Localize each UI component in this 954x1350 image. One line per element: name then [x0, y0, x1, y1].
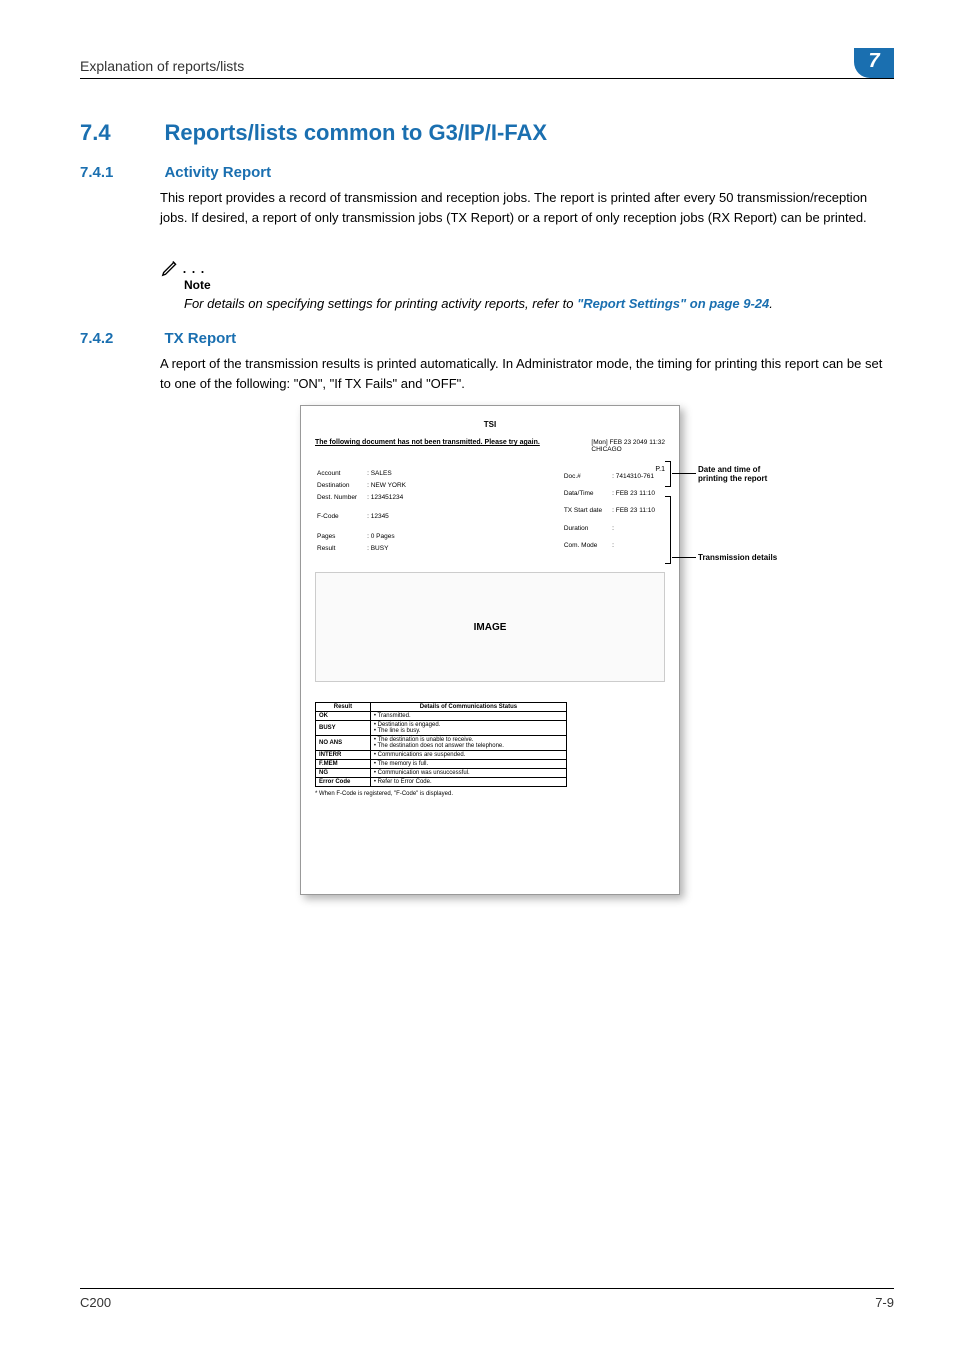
- warning-message: The following document has not been tran…: [315, 439, 540, 446]
- tx-report-figure: TSI P.1 The following document has not b…: [300, 405, 760, 895]
- section-title: Reports/lists common to G3/IP/I-FAX: [164, 120, 547, 146]
- section-number: 7.4: [80, 120, 160, 146]
- print-location: CHICAGO: [591, 446, 665, 453]
- page: Explanation of reports/lists 7 7.4 Repor…: [0, 0, 954, 1350]
- callout-date: Date and time of printing the report: [698, 465, 768, 483]
- table-row: INTERR• Communications are suspended.: [316, 750, 567, 759]
- note-text-suffix: .: [769, 296, 773, 311]
- body-text: A report of the transmission results is …: [160, 354, 894, 393]
- table-row: NG• Communication was unsuccessful.: [316, 768, 567, 777]
- subsection-title: Activity Report: [164, 164, 271, 181]
- image-placeholder: IMAGE: [315, 572, 665, 682]
- note-dots: ...: [182, 257, 209, 278]
- callout-transmission: Transmission details: [698, 553, 778, 562]
- subsection-number: 7.4.2: [80, 330, 160, 347]
- report-sheet: TSI P.1 The following document has not b…: [300, 405, 680, 895]
- table-row: F.MEM• The memory is full.: [316, 759, 567, 768]
- th-result: Result: [316, 702, 371, 711]
- callout-line-1: [672, 473, 696, 474]
- header-chapter-badge: 7: [854, 48, 894, 78]
- page-num: P.1: [655, 466, 665, 473]
- status-table: Result Details of Communications Status …: [315, 702, 567, 787]
- section-7-4-2: 7.4.2 TX Report A report of the transmis…: [80, 330, 894, 393]
- th-details: Details of Communications Status: [370, 702, 566, 711]
- subsection-number: 7.4.1: [80, 164, 160, 181]
- subsection-title: TX Report: [164, 330, 236, 347]
- left-detail-table: Account: SALES Destination: NEW YORK Des…: [315, 467, 416, 556]
- tsi-label: TSI: [315, 420, 665, 429]
- callout-line-2: [672, 557, 696, 558]
- figure-footnote: * When F-Code is registered, "F-Code" is…: [315, 791, 665, 797]
- table-row: NO ANS• The destination is unable to rec…: [316, 735, 567, 750]
- detail-columns: Account: SALES Destination: NEW YORK Des…: [315, 467, 665, 556]
- table-row: OK• Transmitted.: [316, 711, 567, 720]
- header-rule: [80, 78, 894, 79]
- page-footer: C200 7-9: [80, 1288, 894, 1310]
- footer-left: C200: [80, 1295, 111, 1310]
- section-7-4: 7.4 Reports/lists common to G3/IP/I-FAX: [80, 120, 894, 146]
- footer-right: 7-9: [875, 1295, 894, 1310]
- body-text: This report provides a record of transmi…: [160, 188, 894, 227]
- right-detail-table: Doc.#: 7414310-761 Data/Time: FEB 23 11:…: [562, 467, 665, 556]
- note-block: ... Note For details on specifying setti…: [80, 256, 894, 314]
- bracket-2: [665, 496, 671, 564]
- header-title: Explanation of reports/lists: [80, 58, 244, 74]
- pencil-icon: [160, 256, 182, 278]
- print-date: [Mon] FEB 23 2049 11:32: [591, 439, 665, 446]
- note-text-prefix: For details on specifying settings for p…: [184, 296, 577, 311]
- table-row: Error Code• Refer to Error Code.: [316, 777, 567, 786]
- note-label: Note: [184, 278, 894, 292]
- note-ref-link[interactable]: "Report Settings" on page 9-24: [577, 296, 769, 311]
- note-body: For details on specifying settings for p…: [184, 294, 894, 314]
- bracket-1: [665, 461, 671, 487]
- section-7-4-1: 7.4.1 Activity Report This report provid…: [80, 164, 894, 227]
- table-row: BUSY• Destination is engaged. • The line…: [316, 720, 567, 735]
